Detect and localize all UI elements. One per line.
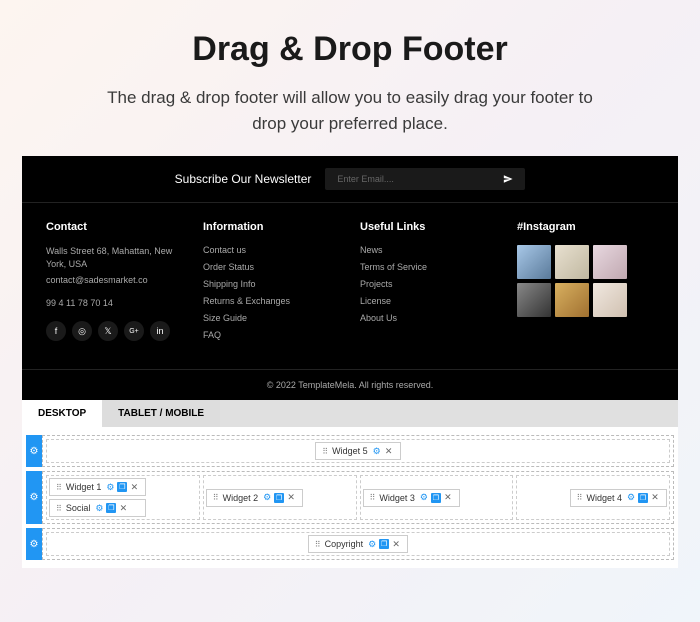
close-icon[interactable]: ✕ [650, 493, 660, 503]
footer-link[interactable]: Terms of Service [360, 262, 497, 272]
gear-icon[interactable]: ⚙ [626, 493, 636, 503]
grip-icon: ⠿ [213, 493, 219, 502]
widget-block[interactable]: ⠿ Widget 5 ⚙ ✕ [315, 442, 400, 460]
widget-block[interactable]: ⠿ Social ⚙❐✕ [49, 499, 146, 517]
close-icon[interactable]: ✕ [443, 493, 453, 503]
tab-mobile[interactable]: TABLET / MOBILE [102, 400, 220, 427]
newsletter-placeholder: Enter Email.... [337, 174, 394, 184]
tab-desktop[interactable]: DESKTOP [22, 400, 102, 427]
close-icon[interactable]: ✕ [286, 493, 296, 503]
instagram-column: #Instagram [517, 221, 654, 347]
contact-column: Contact Walls Street 68, Mahattan, New Y… [46, 221, 183, 347]
contact-heading: Contact [46, 221, 183, 233]
duplicate-icon[interactable]: ❐ [106, 503, 116, 513]
gear-icon[interactable]: ⚙ [372, 446, 382, 456]
drop-slot[interactable]: ⠿ Copyright ⚙❐✕ [46, 532, 670, 556]
contact-phone: 99 4 11 78 70 14 [46, 297, 183, 310]
close-icon[interactable]: ✕ [391, 539, 401, 549]
information-column: Information Contact us Order Status Ship… [203, 221, 340, 347]
widget-label: Widget 5 [332, 446, 368, 456]
linkedin-icon[interactable]: in [150, 321, 170, 341]
footer-link[interactable]: License [360, 296, 497, 306]
footer-preview: Subscribe Our Newsletter Enter Email....… [22, 156, 678, 400]
duplicate-icon[interactable]: ❐ [638, 493, 648, 503]
gear-icon[interactable]: ⚙ [419, 493, 429, 503]
useful-links-column: Useful Links News Terms of Service Proje… [360, 221, 497, 347]
instagram-thumb[interactable] [555, 283, 589, 317]
instagram-thumb[interactable] [555, 245, 589, 279]
footer-link[interactable]: Contact us [203, 245, 340, 255]
widget-block[interactable]: ⠿ Copyright ⚙❐✕ [308, 535, 408, 553]
grip-icon: ⠿ [56, 504, 62, 513]
drop-slot[interactable]: ⠿ Widget 2 ⚙❐✕ [203, 475, 357, 520]
widget-label: Copyright [325, 539, 364, 549]
widget-block[interactable]: ⠿ Widget 1 ⚙❐✕ [49, 478, 146, 496]
copyright-text: © 2022 TemplateMela. All rights reserved… [22, 369, 678, 400]
hero-title: Drag & Drop Footer [40, 30, 660, 69]
drop-slot[interactable]: ⠿ Widget 5 ⚙ ✕ [46, 439, 670, 463]
duplicate-icon[interactable]: ❐ [431, 493, 441, 503]
footer-link[interactable]: Order Status [203, 262, 340, 272]
grip-icon: ⠿ [577, 493, 583, 502]
googleplus-icon[interactable]: G+ [124, 321, 144, 341]
grip-icon: ⠿ [322, 447, 328, 456]
gear-icon[interactable]: ⚙ [105, 482, 115, 492]
facebook-icon[interactable]: f [46, 321, 66, 341]
duplicate-icon[interactable]: ❐ [117, 482, 127, 492]
builder-row: ⚙ ⠿ Copyright ⚙❐✕ [26, 528, 674, 560]
send-icon[interactable] [503, 174, 513, 184]
hero-subtitle: The drag & drop footer will allow you to… [100, 85, 600, 136]
gear-icon[interactable]: ⚙ [262, 493, 272, 503]
instagram-thumb[interactable] [593, 283, 627, 317]
newsletter-input[interactable]: Enter Email.... [325, 168, 525, 190]
footer-link[interactable]: Size Guide [203, 313, 340, 323]
gear-icon[interactable]: ⚙ [94, 503, 104, 513]
drop-slot[interactable]: ⠿ Widget 3 ⚙❐✕ [360, 475, 514, 520]
close-icon[interactable]: ✕ [384, 446, 394, 456]
drop-slot[interactable]: ⠿ Widget 4 ⚙❐✕ [516, 475, 670, 520]
useful-heading: Useful Links [360, 221, 497, 233]
drop-slot[interactable]: ⠿ Widget 1 ⚙❐✕ ⠿ Social ⚙❐✕ [46, 475, 200, 520]
widget-label: Social [66, 503, 91, 513]
close-icon[interactable]: ✕ [118, 503, 128, 513]
footer-link[interactable]: Shipping Info [203, 279, 340, 289]
row-settings-button[interactable]: ⚙ [26, 528, 42, 560]
builder-row: ⚙ ⠿ Widget 1 ⚙❐✕ ⠿ Social ⚙❐✕ [26, 471, 674, 524]
builder-row: ⚙ ⠿ Widget 5 ⚙ ✕ [26, 435, 674, 467]
grip-icon: ⠿ [56, 483, 62, 492]
widget-label: Widget 4 [586, 493, 622, 503]
close-icon[interactable]: ✕ [129, 482, 139, 492]
gear-icon[interactable]: ⚙ [367, 539, 377, 549]
widget-block[interactable]: ⠿ Widget 3 ⚙❐✕ [363, 489, 460, 507]
instagram-thumb[interactable] [517, 245, 551, 279]
widget-label: Widget 3 [379, 493, 415, 503]
row-settings-button[interactable]: ⚙ [26, 435, 42, 467]
footer-link[interactable]: Returns & Exchanges [203, 296, 340, 306]
footer-link[interactable]: News [360, 245, 497, 255]
duplicate-icon[interactable]: ❐ [379, 539, 389, 549]
information-heading: Information [203, 221, 340, 233]
builder-panel: DESKTOP TABLET / MOBILE ⚙ ⠿ Widget 5 ⚙ ✕ [22, 400, 678, 568]
contact-address: Walls Street 68, Mahattan, New York, USA [46, 245, 183, 270]
widget-block[interactable]: ⠿ Widget 2 ⚙❐✕ [206, 489, 303, 507]
widget-label: Widget 2 [223, 493, 259, 503]
row-settings-button[interactable]: ⚙ [26, 471, 42, 524]
duplicate-icon[interactable]: ❐ [274, 493, 284, 503]
widget-block[interactable]: ⠿ Widget 4 ⚙❐✕ [570, 489, 667, 507]
widget-label: Widget 1 [66, 482, 102, 492]
newsletter-title: Subscribe Our Newsletter [175, 172, 312, 186]
grip-icon: ⠿ [370, 493, 376, 502]
instagram-thumb[interactable] [517, 283, 551, 317]
newsletter-bar: Subscribe Our Newsletter Enter Email.... [22, 156, 678, 203]
footer-link[interactable]: Projects [360, 279, 497, 289]
instagram-thumb[interactable] [593, 245, 627, 279]
footer-link[interactable]: FAQ [203, 330, 340, 340]
instagram-heading: #Instagram [517, 221, 654, 233]
twitter-icon[interactable]: 𝕏 [98, 321, 118, 341]
contact-email: contact@sadesmarket.co [46, 274, 183, 287]
instagram-icon[interactable]: ◎ [72, 321, 92, 341]
footer-link[interactable]: About Us [360, 313, 497, 323]
grip-icon: ⠿ [315, 540, 321, 549]
